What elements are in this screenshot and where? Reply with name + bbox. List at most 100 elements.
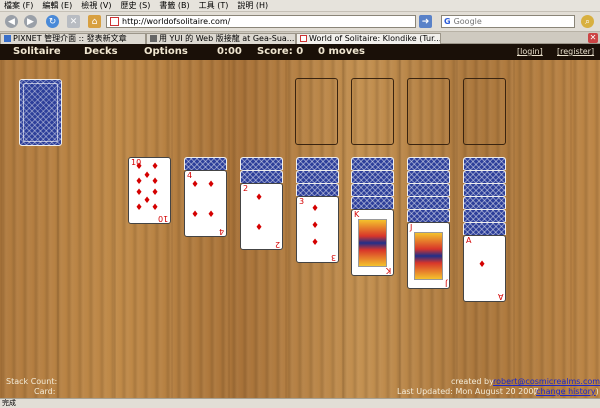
face-up-card[interactable]: 10 10 ♦ ♦ ♦ ♦ ♦ ♦ ♦ ♦ ♦ ♦ [128, 157, 171, 224]
tab-bar: PIXNET 管理介面 :: 發表新文章 用 YUI 的 Web 版接龍 at … [0, 32, 600, 44]
status-bar: 完成 [0, 398, 600, 408]
face-up-card[interactable]: A A ♦ [463, 235, 506, 302]
face-down-card [463, 183, 506, 196]
card-rank-inverted: J [444, 279, 447, 288]
search-magnifier-icon[interactable]: ⌕ [581, 15, 594, 28]
diamond-suit-icon: ♦ [151, 162, 160, 172]
face-up-card[interactable]: KK [351, 209, 394, 276]
diamond-suit-icon: ♦ [143, 196, 152, 206]
diamond-suit-icon: ♦ [478, 260, 487, 270]
google-logo-icon: G [444, 17, 451, 26]
card-rank-inverted: A [497, 292, 503, 301]
diamond-suit-icon: ♦ [151, 177, 160, 187]
card-rank-inverted: 10 [157, 214, 168, 223]
home-icon[interactable]: ⌂ [88, 15, 101, 28]
diamond-suit-icon: ♦ [311, 204, 320, 214]
face-down-card [296, 170, 339, 183]
tab-pixnet[interactable]: PIXNET 管理介面 :: 發表新文章 [0, 33, 146, 44]
menu-help[interactable]: 說明 (H) [237, 0, 268, 11]
foundation-slot-3[interactable] [407, 78, 450, 145]
login-link[interactable]: [login] [517, 47, 543, 56]
foundation-slot-1[interactable] [295, 78, 338, 145]
stock-pile[interactable] [19, 79, 62, 146]
tab-world-of-solitaire[interactable]: World of Solitaire: Klondike (Tur... [296, 33, 441, 44]
navigation-toolbar: ◀ ▶ ↻ ✕ ⌂ ➜ G ⌕ [0, 12, 600, 32]
site-favicon-icon [110, 17, 119, 26]
diamond-suit-icon: ♦ [191, 210, 200, 220]
stop-icon[interactable]: ✕ [67, 15, 80, 28]
forward-arrow-icon[interactable]: ▶ [24, 15, 37, 28]
change-history-link[interactable]: change history [536, 387, 596, 396]
face-down-card [240, 170, 283, 183]
walker-favicon-icon [150, 35, 157, 42]
court-figure-icon [414, 232, 443, 280]
diamond-suit-icon: ♦ [255, 223, 264, 233]
face-down-card [296, 183, 339, 196]
author-email-link[interactable]: robert@cosmicrealms.com [493, 377, 600, 386]
url-input[interactable] [122, 17, 402, 26]
menu-tools[interactable]: 工具 (T) [199, 0, 229, 11]
decks-menu[interactable]: Decks [84, 46, 118, 57]
url-bar[interactable] [106, 15, 416, 28]
card-rank-inverted: 3 [330, 253, 336, 262]
card-rank: 3 [299, 197, 305, 206]
card-rank-inverted: 4 [218, 227, 224, 236]
face-down-card [351, 157, 394, 170]
tab-yui-solitaire[interactable]: 用 YUI 的 Web 版接龍 at Gea-Sua... [146, 33, 296, 44]
face-up-card[interactable]: 4 4 ♦ ♦ ♦ ♦ [184, 170, 227, 237]
face-down-card [407, 157, 450, 170]
diamond-suit-icon: ♦ [143, 171, 152, 181]
card-rank-inverted: K [385, 266, 391, 275]
face-up-card[interactable]: JJ [407, 222, 450, 289]
back-arrow-icon[interactable]: ◀ [5, 15, 18, 28]
diamond-suit-icon: ♦ [151, 203, 160, 213]
face-down-card [463, 157, 506, 170]
go-arrow-icon[interactable]: ➜ [419, 15, 432, 28]
diamond-suit-icon: ♦ [151, 188, 160, 198]
search-bar[interactable]: G [441, 15, 575, 28]
card-rank: K [354, 210, 360, 219]
card-rank: 2 [243, 184, 249, 193]
diamond-suit-icon: ♦ [255, 193, 264, 203]
register-link[interactable]: [register] [557, 47, 594, 56]
face-up-card[interactable]: 3 3 ♦ ♦ ♦ [296, 196, 339, 263]
card-label: Card: [34, 387, 56, 396]
change-history-wrap: (change history) [533, 387, 599, 396]
author-email[interactable]: robert@cosmicrealms.com [493, 377, 600, 386]
diamond-suit-icon: ♦ [311, 221, 320, 231]
close-tab-icon[interactable]: ✕ [588, 33, 598, 43]
card-rank-inverted: 2 [274, 240, 280, 249]
court-figure-icon [358, 219, 387, 267]
menu-history[interactable]: 歷史 (S) [121, 0, 151, 11]
search-input[interactable] [453, 17, 564, 26]
face-down-card [463, 222, 506, 235]
tab-label: World of Solitaire: Klondike (Tur... [309, 34, 441, 43]
menu-bookmarks[interactable]: 書籤 (B) [159, 0, 189, 11]
face-down-card [407, 209, 450, 222]
face-down-card [351, 196, 394, 209]
face-down-card [296, 157, 339, 170]
menu-file[interactable]: 檔案 (F) [4, 0, 33, 11]
foundation-slot-2[interactable] [351, 78, 394, 145]
reload-icon[interactable]: ↻ [46, 15, 59, 28]
foundation-slot-4[interactable] [463, 78, 506, 145]
solitaire-page: Solitaire Decks Options 0:00 Score: 0 0 … [0, 44, 600, 398]
stack-count-label: Stack Count: [6, 377, 58, 386]
diamond-suit-icon: ♦ [191, 180, 200, 190]
diamond-suit-icon: ♦ [207, 210, 216, 220]
face-down-card [463, 196, 506, 209]
face-down-card [463, 170, 506, 183]
menu-view[interactable]: 檢視 (V) [81, 0, 111, 11]
face-down-card [463, 209, 506, 222]
solitaire-menu[interactable]: Solitaire [13, 46, 61, 57]
face-down-card [407, 183, 450, 196]
menu-edit[interactable]: 編輯 (E) [42, 0, 72, 11]
created-by-label: created by [451, 377, 494, 386]
diamond-suit-icon: ♦ [207, 180, 216, 190]
browser-menubar: 檔案 (F) 編輯 (E) 檢視 (V) 歷史 (S) 書籤 (B) 工具 (T… [0, 0, 600, 12]
face-down-card [407, 196, 450, 209]
face-up-card[interactable]: 2 2 ♦ ♦ [240, 183, 283, 250]
pixnet-favicon-icon [4, 35, 11, 42]
solitaire-favicon-icon [300, 35, 307, 42]
options-menu[interactable]: Options [144, 46, 188, 57]
